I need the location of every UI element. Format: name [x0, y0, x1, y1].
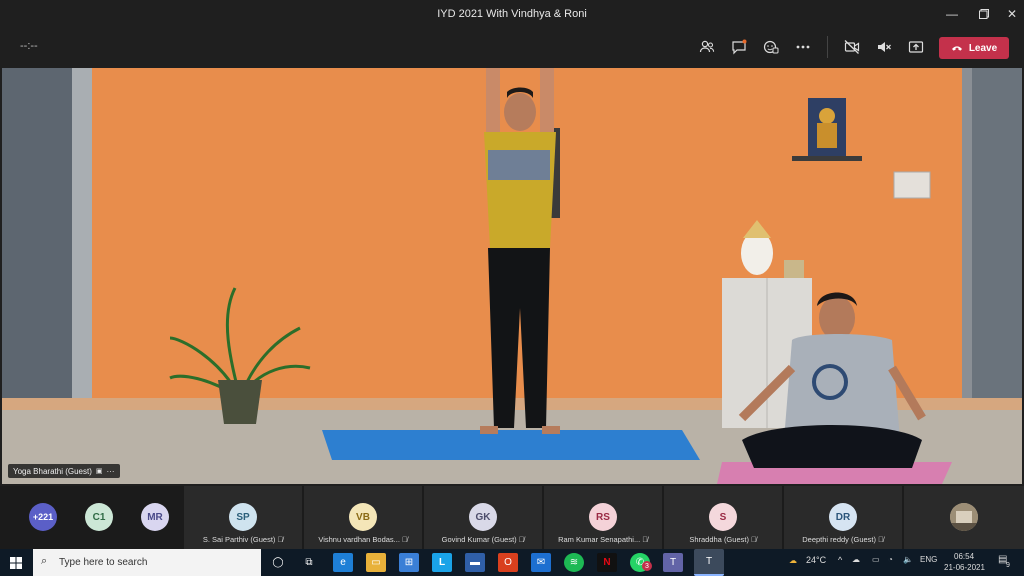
- close-icon[interactable]: ✕: [994, 0, 1024, 28]
- linkedin-learning-icon[interactable]: L: [432, 553, 452, 572]
- participant-name: S. Sai Parthiv (Guest) 🎙̸: [202, 535, 284, 544]
- clock-date[interactable]: 21-06-2021: [944, 563, 985, 572]
- participant-tile[interactable]: SP S. Sai Parthiv (Guest) 🎙̸: [184, 486, 304, 549]
- overflow-participants-button[interactable]: +221: [29, 503, 57, 531]
- search-icon: ⌕: [41, 555, 48, 567]
- participant-avatar[interactable]: C1: [85, 503, 113, 531]
- remote-desktop-icon[interactable]: ▬: [465, 553, 485, 572]
- avatar-initials: MR: [147, 511, 163, 523]
- speaker-more-icon[interactable]: ···: [107, 467, 115, 476]
- mic-muted-icon: 🎙̸: [518, 535, 525, 544]
- minimize-icon[interactable]: —: [934, 0, 970, 28]
- mic-muted-icon: 🎙̸: [878, 535, 884, 544]
- title-bar: IYD 2021 With Vindhya & Roni: [0, 0, 1024, 28]
- onedrive-icon[interactable]: ☁: [852, 555, 860, 564]
- weather-temperature[interactable]: 24°C: [806, 555, 826, 565]
- leave-label: Leave: [968, 42, 998, 54]
- reactions-icon[interactable]: [760, 36, 782, 58]
- mic-muted-icon: 🎙̸: [402, 535, 408, 544]
- store-icon[interactable]: ⊞: [399, 553, 419, 572]
- avatar-initials: RS: [596, 511, 610, 523]
- teams-meeting-icon[interactable]: T: [694, 549, 724, 576]
- leave-button[interactable]: Leave: [939, 37, 1009, 59]
- volume-icon[interactable]: 🔈: [903, 555, 913, 564]
- avatar: DR: [829, 503, 857, 531]
- overflow-count: +221: [32, 512, 54, 522]
- windows-start-icon[interactable]: [6, 553, 26, 572]
- video-stage: [2, 68, 1022, 484]
- clock-time[interactable]: 06:54: [954, 552, 974, 561]
- participant-name: Ram Kumar Senapathi... 🎙̸: [558, 535, 648, 544]
- participant-tile[interactable]: RS Ram Kumar Senapathi... 🎙̸: [544, 486, 664, 549]
- avatar-initials: S: [719, 511, 727, 523]
- participants-icon[interactable]: [696, 36, 718, 58]
- participant-tile[interactable]: DR Deepthi reddy (Guest) 🎙̸: [784, 486, 904, 549]
- participant-name: Deepthi reddy (Guest) 🎙̸: [802, 535, 884, 544]
- avatar-initials: GK: [475, 511, 491, 523]
- avatar: S: [709, 503, 737, 531]
- self-avatar-photo: [950, 503, 978, 531]
- weather-icon: ☁: [789, 556, 797, 565]
- notification-count: 9: [1006, 562, 1010, 569]
- phone-hangup-icon: [951, 46, 962, 51]
- more-icon[interactable]: [792, 36, 814, 58]
- participant-strip: +221 C1 MR SP S. Sai Parthiv (Guest) 🎙̸ …: [0, 486, 1024, 549]
- cortana-icon[interactable]: ◯: [268, 553, 288, 572]
- avatar: GK: [469, 503, 497, 531]
- wifi-icon[interactable]: ◔: [888, 555, 893, 564]
- mic-muted-icon: 🎙̸: [642, 535, 648, 544]
- file-explorer-icon[interactable]: ▭: [366, 553, 386, 572]
- avatar-initials: VB: [356, 511, 370, 523]
- meeting-toolbar: --:-- Leave: [0, 28, 1024, 66]
- show-hidden-icons-icon[interactable]: ^: [838, 555, 842, 565]
- edge-icon[interactable]: e: [333, 553, 353, 572]
- avatar-initials: DR: [835, 511, 851, 523]
- windows-taskbar: ⌕ Type here to search ◯ ⧉ e ▭ ⊞ L ▬ O ✉ …: [0, 549, 1024, 576]
- participant-tile[interactable]: VB Vishnu vardhan Bodas... 🎙̸: [304, 486, 424, 549]
- participant-name: Vishnu vardhan Bodas... 🎙̸: [318, 535, 408, 544]
- share-icon[interactable]: [905, 36, 927, 58]
- mic-muted-icon: 🎙̸: [277, 535, 284, 544]
- office-icon[interactable]: O: [498, 553, 518, 572]
- camera-off-icon[interactable]: [841, 36, 863, 58]
- window-title: IYD 2021 With Vindhya & Roni: [437, 8, 587, 20]
- network-icon[interactable]: ▭: [872, 555, 880, 564]
- mic-off-icon[interactable]: [873, 36, 895, 58]
- netflix-icon[interactable]: N: [597, 553, 617, 572]
- avatar: VB: [349, 503, 377, 531]
- meeting-timer: --:--: [20, 40, 38, 52]
- participant-tile[interactable]: GK Govind Kumar (Guest) 🎙̸: [424, 486, 544, 549]
- speaker-name: Yoga Bharathi (Guest): [13, 466, 92, 476]
- toolbar-divider: [827, 36, 828, 58]
- avatar-initials: C1: [92, 511, 106, 523]
- participant-name: Govind Kumar (Guest) 🎙̸: [441, 535, 525, 544]
- task-view-icon[interactable]: ⧉: [299, 553, 319, 572]
- avatar: SP: [229, 503, 257, 531]
- video-feed: [2, 68, 1022, 484]
- mic-muted-icon: 🎙̸: [751, 535, 757, 544]
- teams-icon[interactable]: T: [663, 553, 683, 572]
- speaker-name-tag: Yoga Bharathi (Guest) ▣ ···: [8, 464, 120, 478]
- mail-icon[interactable]: ✉: [531, 553, 551, 572]
- whatsapp-icon[interactable]: ✆ 3: [630, 553, 652, 572]
- whatsapp-badge: 3: [642, 561, 652, 571]
- screen-share-icon: ▣: [95, 468, 103, 475]
- taskbar-search-box[interactable]: ⌕ Type here to search: [33, 549, 261, 576]
- chat-icon[interactable]: [728, 36, 750, 58]
- participant-name: Shraddha (Guest) 🎙̸: [689, 535, 757, 544]
- search-placeholder: Type here to search: [59, 557, 148, 568]
- avatar-initials: SP: [236, 511, 250, 523]
- avatar: RS: [589, 503, 617, 531]
- participant-tile[interactable]: S Shraddha (Guest) 🎙̸: [664, 486, 784, 549]
- spotify-icon[interactable]: ≋: [564, 553, 584, 572]
- self-view-tile[interactable]: [904, 486, 1024, 549]
- participant-avatar[interactable]: MR: [141, 503, 169, 531]
- input-language[interactable]: ENG: [920, 555, 937, 564]
